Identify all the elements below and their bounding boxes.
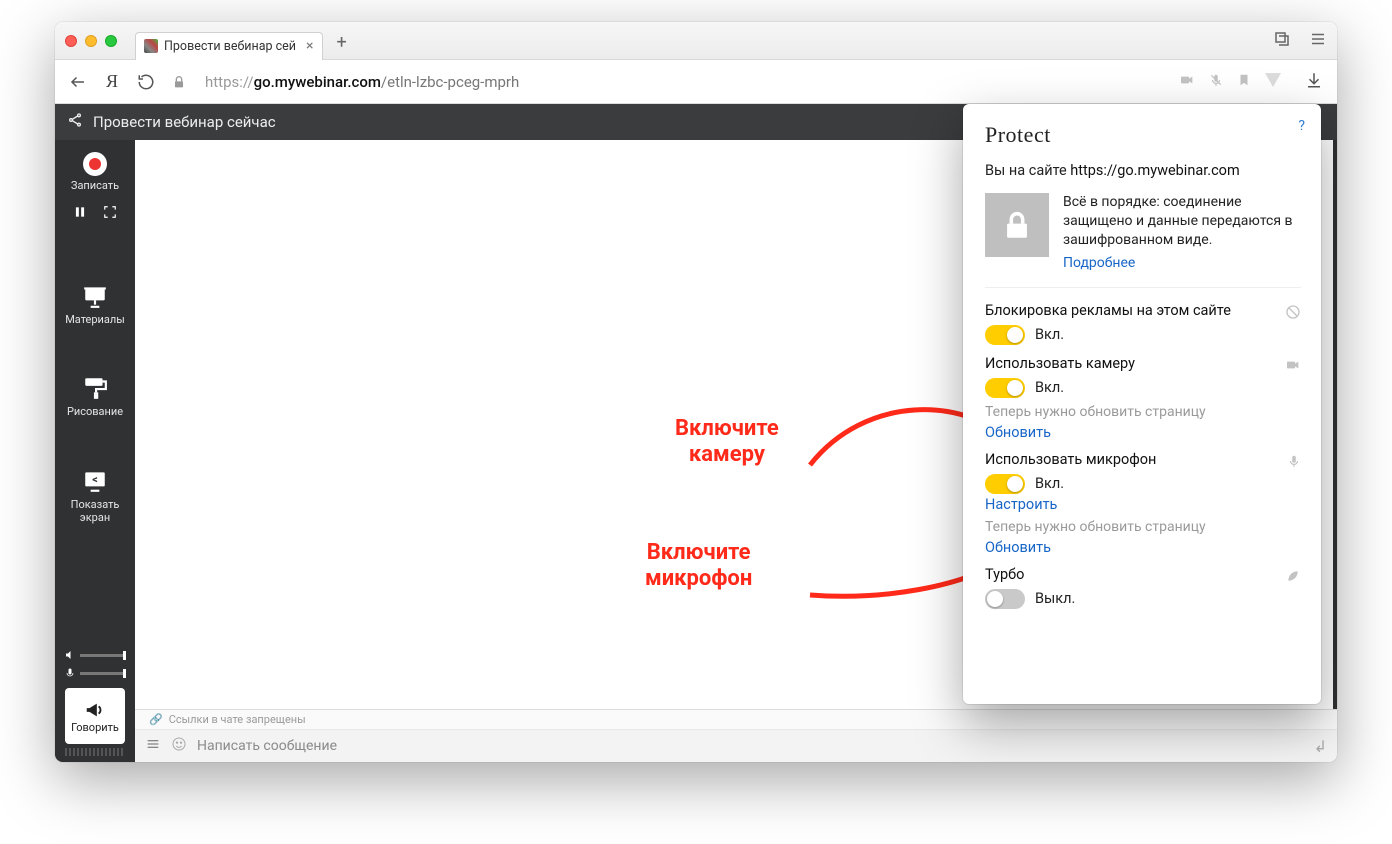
- maximize-window-button[interactable]: [105, 35, 117, 47]
- adblock-toggle[interactable]: [985, 325, 1025, 345]
- titlebar: Провести вебинар сей × +: [55, 22, 1337, 60]
- drawing-button[interactable]: Рисование: [55, 368, 135, 425]
- browser-tab[interactable]: Провести вебинар сей ×: [135, 32, 323, 60]
- presentation-icon: [81, 282, 109, 310]
- microphone-icon: [1287, 453, 1301, 473]
- send-icon[interactable]: ↲: [1314, 737, 1327, 756]
- url-field[interactable]: https://go.mywebinar.com/etln-lzbc-pceg-…: [171, 70, 1163, 94]
- minimize-window-button[interactable]: [85, 35, 97, 47]
- collections-icon[interactable]: [1273, 30, 1291, 52]
- share-icon[interactable]: [67, 112, 83, 132]
- lock-icon[interactable]: [171, 70, 195, 94]
- mic-refresh-link[interactable]: Обновить: [985, 539, 1301, 556]
- bookmark-icon[interactable]: [1237, 71, 1251, 93]
- downloads-button[interactable]: [1305, 71, 1323, 93]
- tab-title: Провести вебинар сей: [164, 39, 296, 54]
- panel-indicator: [1265, 73, 1281, 87]
- no-ads-icon: [1285, 304, 1301, 324]
- share-screen-icon: <: [81, 467, 109, 495]
- security-status: Всё в порядке: соединение защищено и дан…: [985, 193, 1301, 273]
- reload-button[interactable]: [137, 73, 155, 91]
- link-icon: 🔗: [149, 713, 163, 726]
- url-path: /etln-lzbc-pceg-mprh: [381, 73, 519, 91]
- tab-close-button[interactable]: ×: [306, 38, 313, 54]
- annotation-mic: Включитемикрофон: [645, 540, 752, 593]
- chat-hint: 🔗 Ссылки в чате запрещены: [135, 710, 1337, 729]
- window-controls: [65, 35, 117, 47]
- emoji-icon[interactable]: [171, 736, 187, 756]
- panel-site-label: Вы на сайте https://go.mywebinar.com: [985, 162, 1301, 179]
- browser-window: Провести вебинар сей × + Я https://go.: [55, 22, 1337, 762]
- speak-button[interactable]: Говорить: [65, 688, 125, 744]
- mic-status-icon[interactable]: [1209, 72, 1223, 92]
- mic-volume-slider[interactable]: [64, 667, 126, 679]
- setting-camera: Использовать камеру Вкл. Теперь нужно об…: [985, 355, 1301, 441]
- speaker-volume-slider[interactable]: [64, 649, 126, 661]
- megaphone-icon: [84, 699, 106, 721]
- setting-microphone: Использовать микрофон Вкл. Настроить Теп…: [985, 451, 1301, 556]
- panel-title: Protect: [985, 122, 1301, 148]
- new-tab-button[interactable]: +: [331, 32, 353, 53]
- menu-icon[interactable]: [1309, 30, 1327, 52]
- record-icon: [83, 152, 107, 176]
- address-bar: Я https://go.mywebinar.com/etln-lzbc-pce…: [55, 60, 1337, 104]
- url-scheme: https://: [205, 73, 254, 91]
- help-icon[interactable]: ?: [1298, 118, 1305, 134]
- security-more-link[interactable]: Подробнее: [1063, 254, 1301, 273]
- turbo-toggle[interactable]: [985, 589, 1025, 609]
- security-lock-icon: [985, 193, 1049, 257]
- chat-menu-icon[interactable]: [145, 736, 161, 756]
- resize-grip[interactable]: [65, 748, 125, 756]
- yandex-home-button[interactable]: Я: [103, 73, 121, 91]
- webinar-title: Провести вебинар сейчас: [93, 113, 276, 131]
- back-button[interactable]: [69, 73, 87, 91]
- webinar-sidebar: Записать Материалы: [55, 104, 135, 762]
- paint-roller-icon: [81, 374, 109, 402]
- materials-button[interactable]: Материалы: [55, 276, 135, 333]
- mic-configure-link[interactable]: Настроить: [985, 496, 1301, 513]
- rocket-icon: [1285, 568, 1301, 588]
- share-screen-button[interactable]: < Показатьэкран: [55, 461, 135, 530]
- pause-button[interactable]: [73, 205, 87, 222]
- record-button[interactable]: Записать: [55, 146, 135, 199]
- setting-turbo: Турбо Выкл.: [985, 566, 1301, 609]
- tab-favicon: [144, 39, 158, 53]
- chat-area: 🔗 Ссылки в чате запрещены ↲: [135, 709, 1337, 762]
- camera-icon: [1285, 357, 1301, 377]
- fullscreen-button[interactable]: [103, 205, 117, 222]
- url-domain: go.mywebinar.com: [254, 73, 381, 91]
- camera-toggle[interactable]: [985, 378, 1025, 398]
- close-window-button[interactable]: [65, 35, 77, 47]
- chat-input[interactable]: [197, 738, 1304, 754]
- mic-toggle[interactable]: [985, 474, 1025, 494]
- annotation-camera: Включитекамеру: [675, 416, 779, 469]
- camera-status-icon[interactable]: [1179, 72, 1195, 92]
- setting-adblock: Блокировка рекламы на этом сайте Вкл.: [985, 302, 1301, 345]
- camera-refresh-link[interactable]: Обновить: [985, 424, 1301, 441]
- protect-panel: ? Protect Вы на сайте https://go.mywebin…: [963, 104, 1321, 704]
- svg-text:<: <: [92, 473, 98, 486]
